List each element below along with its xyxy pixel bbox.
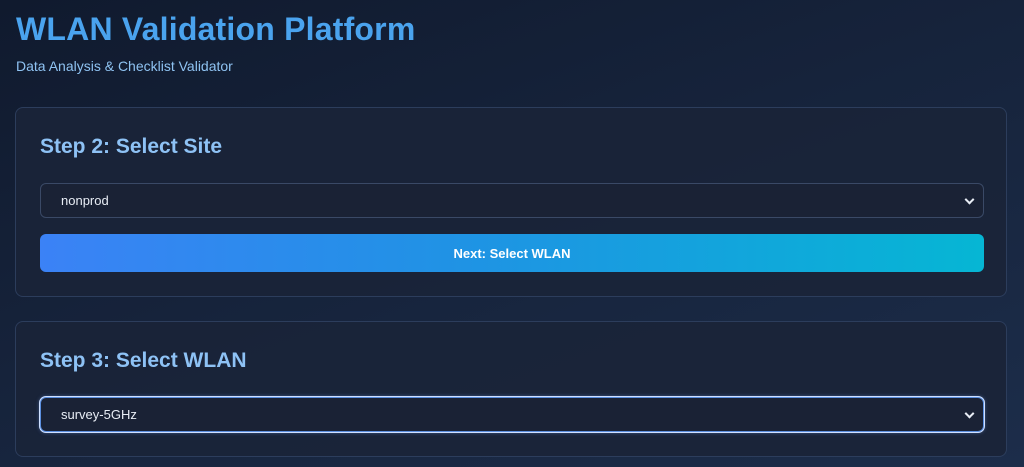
chevron-down-icon (964, 408, 975, 419)
site-select[interactable]: nonprod (40, 183, 984, 218)
select-site-card: Step 2: Select Site nonprod Next: Select… (15, 107, 1007, 297)
wlan-select[interactable]: survey-5GHz (40, 397, 984, 432)
chevron-down-icon (964, 194, 975, 205)
select-site-heading: Step 2: Select Site (40, 135, 223, 158)
next-select-wlan-button[interactable]: Next: Select WLAN (40, 234, 984, 272)
site-select-value: nonprod (61, 193, 109, 208)
select-wlan-card: Step 3: Select WLAN survey-5GHz (15, 321, 1007, 457)
page-title: WLAN Validation Platform (16, 11, 416, 47)
page-header: WLAN Validation Platform Data Analysis &… (16, 10, 416, 75)
page-subtitle: Data Analysis & Checklist Validator (16, 58, 233, 74)
wlan-select-value: survey-5GHz (61, 407, 137, 422)
select-wlan-heading: Step 3: Select WLAN (40, 349, 247, 372)
